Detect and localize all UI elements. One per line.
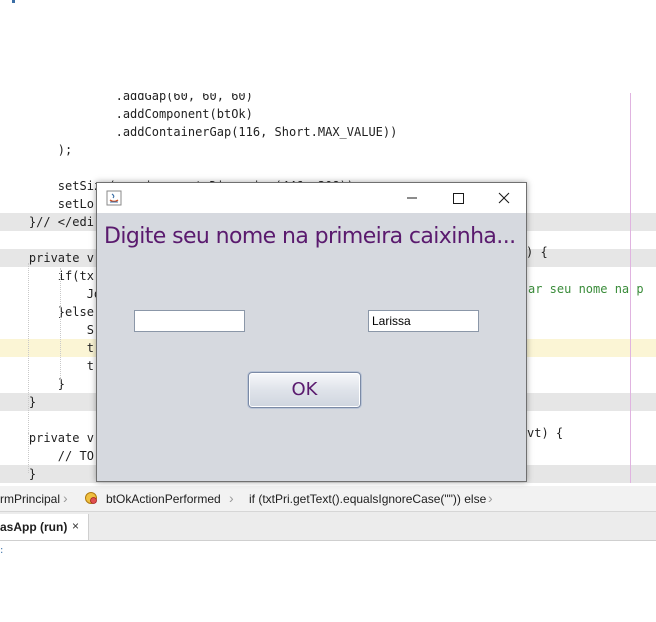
- minimize-button[interactable]: [389, 183, 435, 213]
- breadcrumb-item-method[interactable]: btOkActionPerformed: [106, 491, 221, 507]
- close-button[interactable]: [481, 183, 527, 213]
- chevron-right-icon: ›: [229, 490, 234, 506]
- close-icon: [498, 192, 510, 204]
- method-icon: [84, 491, 98, 505]
- output-console[interactable]: :: [0, 541, 656, 622]
- breadcrumb-item-class[interactable]: rmPrincipal: [0, 491, 60, 507]
- code-line: .addContainerGap(116, Short.MAX_VALUE)): [0, 125, 398, 139]
- secondary-name-field[interactable]: [368, 310, 479, 332]
- prompt-label: Digite seu nome na primeira caixinha...: [104, 224, 516, 249]
- output-tab-strip: asApp (run) ×: [0, 512, 656, 541]
- maximize-icon: [453, 193, 464, 204]
- java-icon: [106, 190, 122, 206]
- breadcrumb-item-statement[interactable]: if (txtPri.getText().equalsIgnoreCase(""…: [249, 491, 486, 507]
- java-dialog-window: Digite seu nome na primeira caixinha... …: [96, 182, 527, 482]
- primary-name-field[interactable]: [134, 310, 245, 332]
- ok-button[interactable]: OK: [248, 372, 361, 408]
- maximize-button[interactable]: [435, 183, 481, 213]
- tab-label: asApp (run): [0, 520, 68, 534]
- code-line: .addGap(60, 60, 60): [0, 93, 253, 103]
- chevron-right-icon: ›: [63, 490, 68, 506]
- output-marker: :: [0, 545, 4, 556]
- breadcrumb: rmPrincipal › btOkActionPerformed › if (…: [0, 486, 656, 512]
- indent-guide: [60, 268, 61, 388]
- minimize-icon: [407, 197, 417, 199]
- close-icon[interactable]: ×: [72, 520, 84, 532]
- title-bar[interactable]: [97, 183, 526, 213]
- chevron-right-icon: ›: [488, 490, 493, 506]
- string-fragment: ar seu nome na p: [528, 282, 644, 296]
- action-signature-fragment: vt) {: [527, 426, 564, 440]
- code-line: );: [0, 143, 73, 157]
- code-line: .addComponent(btOk): [0, 107, 253, 121]
- indent-guide: [28, 433, 29, 473]
- method-signature-fragment: ) {: [526, 245, 548, 259]
- tab-run-output[interactable]: asApp (run) ×: [0, 514, 89, 540]
- top-marker: [12, 0, 15, 3]
